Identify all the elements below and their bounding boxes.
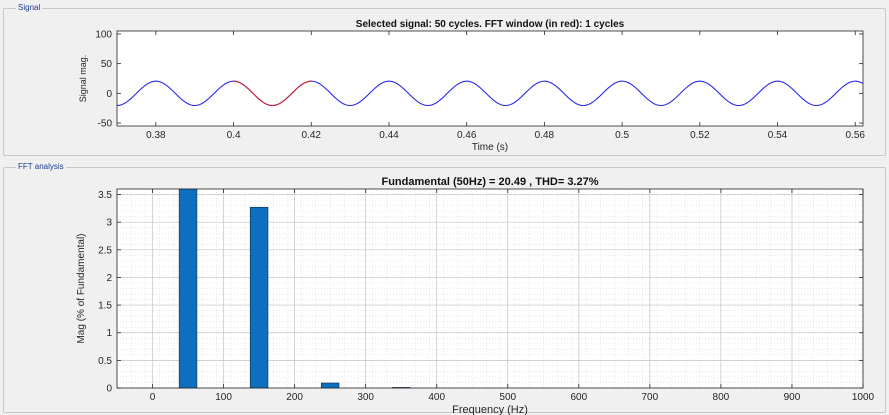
x-tick-label: 700 [642, 392, 659, 403]
x-axis-label: Frequency (Hz) [452, 404, 528, 415]
y-tick-label: 100 [95, 29, 112, 40]
x-tick-label: 400 [428, 392, 445, 403]
x-tick-label: 100 [215, 392, 232, 403]
x-axis-label: Time (s) [472, 142, 508, 153]
x-tick-label: 0.42 [302, 130, 322, 141]
x-tick-label: 1000 [852, 392, 875, 403]
y-tick-label: 1 [106, 328, 112, 339]
x-tick-label: 900 [784, 392, 801, 403]
x-tick-label: 0 [150, 392, 156, 403]
x-tick-label: 0.48 [535, 130, 555, 141]
y-tick-label: 3.5 [98, 190, 112, 201]
x-tick-label: 0.56 [845, 130, 865, 141]
y-tick-label: 0.5 [98, 356, 112, 367]
x-tick-label: 300 [357, 392, 374, 403]
signal-chart: 0.38 0.4 0.42 0.44 0.46 0.48 0.5 0.52 0.54 0.56 -5… [78, 19, 865, 153]
y-tick-label: 2 [106, 273, 112, 284]
y-tick-label: 0 [106, 89, 112, 100]
y-tick-label: -50 [98, 119, 113, 130]
x-tick-label: 600 [570, 392, 587, 403]
fft-bar [320, 382, 340, 389]
x-tick-label: 0.54 [768, 130, 788, 141]
y-tick-label: 2.5 [98, 245, 112, 256]
x-tick-label: 0.4 [227, 130, 241, 141]
x-tick-label: 500 [499, 392, 516, 403]
x-tick-label: 0.38 [146, 130, 166, 141]
x-tick-label: 0.5 [615, 130, 629, 141]
plot-area [117, 31, 863, 126]
y-tick-label: 0 [106, 384, 112, 395]
y-axis-label: Mag (% of Fundamental) [76, 233, 87, 343]
y-tick-label: 50 [101, 59, 113, 70]
fft-chart: 0 100 200 300 400 500 600 700 800 900 1000 0 0.5 1 1.5… [76, 176, 875, 415]
fft-bar [249, 206, 269, 389]
y-tick-label: 1.5 [98, 301, 112, 312]
fft-bar [178, 188, 198, 389]
x-tick-label: 0.52 [690, 130, 710, 141]
x-tick-label: 0.44 [379, 130, 399, 141]
y-axis-label: Signal mag. [78, 55, 88, 103]
x-tick-label: 0.46 [457, 130, 477, 141]
chart-title: Selected signal: 50 cycles. FFT window (… [356, 19, 625, 30]
x-tick-label: 200 [286, 392, 303, 403]
chart-title: Fundamental (50Hz) = 20.49 , THD= 3.27% [381, 176, 598, 188]
x-tick-label: 800 [713, 392, 730, 403]
y-tick-label: 3 [106, 218, 112, 229]
